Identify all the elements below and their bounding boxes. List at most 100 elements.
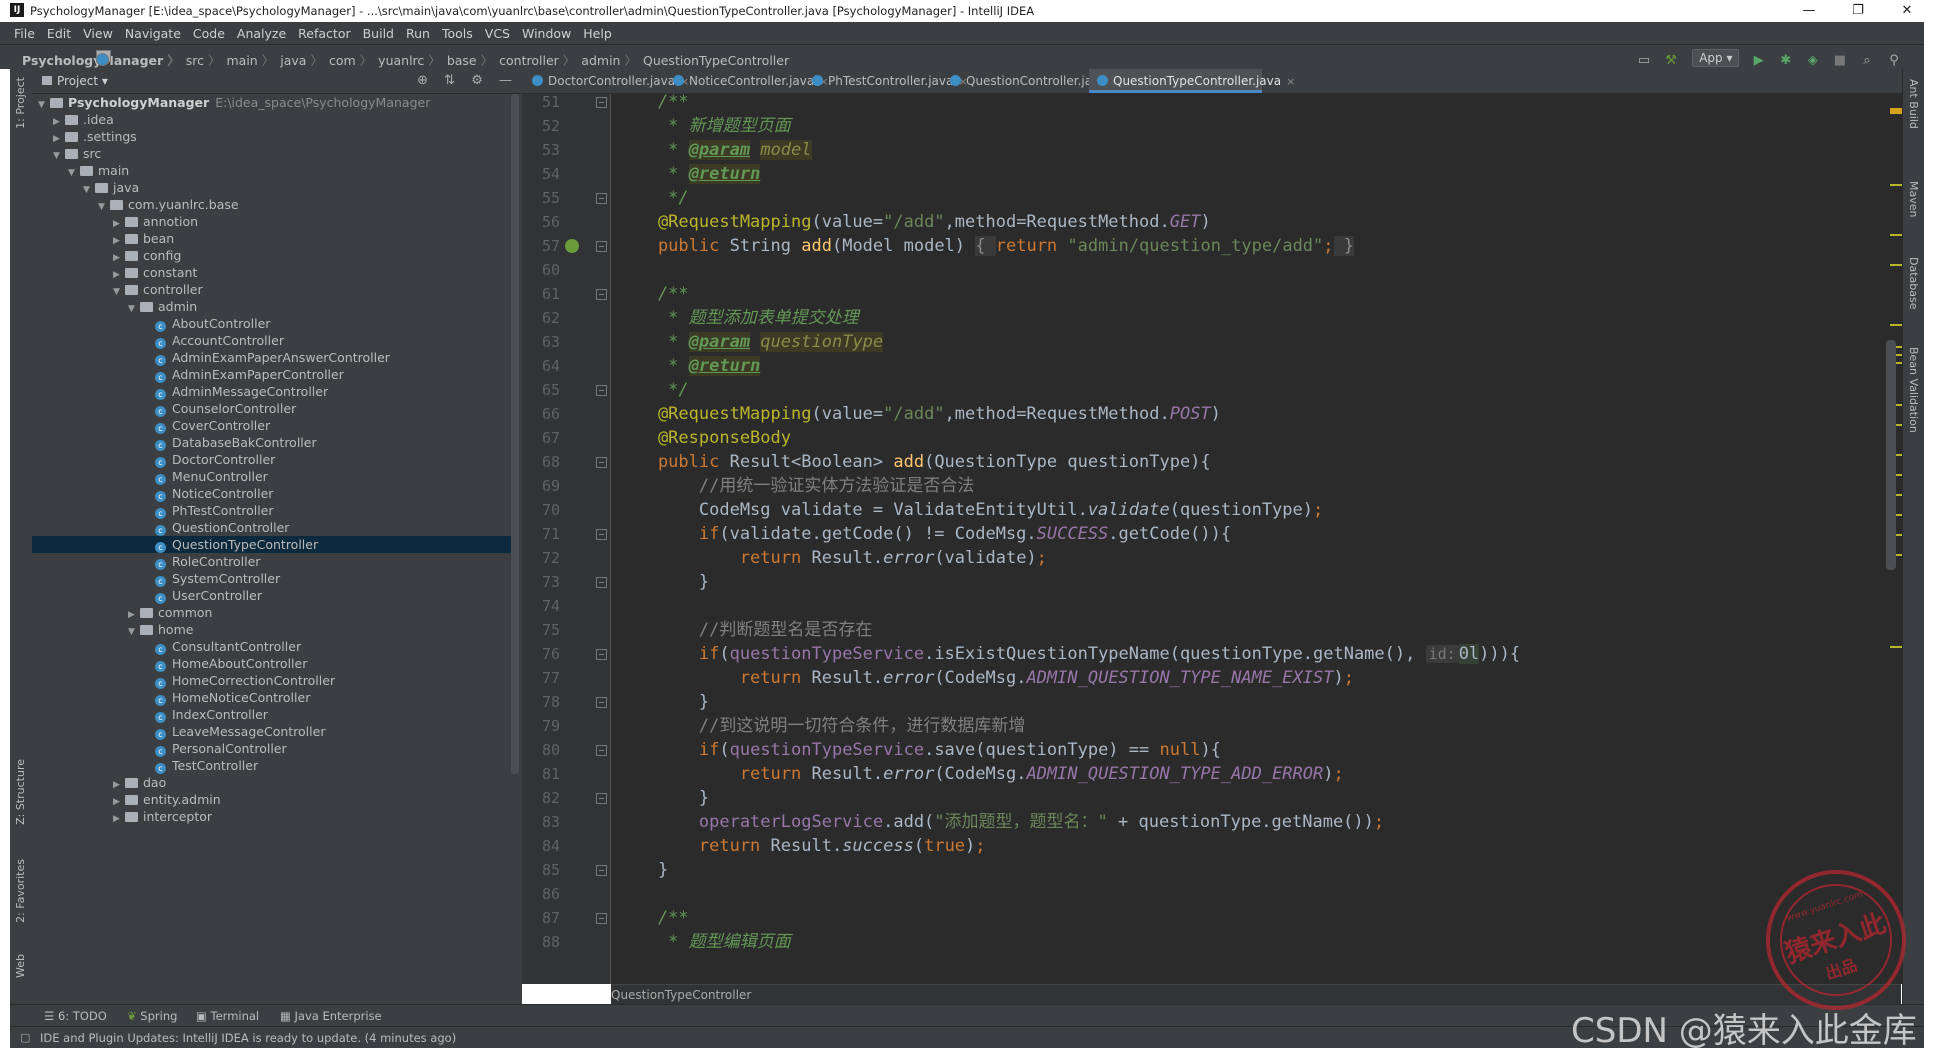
- doc-marker[interactable]: [1890, 324, 1902, 326]
- menu-edit[interactable]: Edit: [41, 22, 77, 41]
- doc-marker[interactable]: [1890, 234, 1902, 236]
- fold-toggle-icon[interactable]: −: [596, 649, 607, 660]
- structure-tool-button[interactable]: Z: Structure: [14, 759, 27, 825]
- tree-item-class[interactable]: c IndexController: [32, 706, 512, 723]
- project-tree-scrollbar[interactable]: [511, 94, 519, 774]
- fold-toggle-icon[interactable]: −: [596, 865, 607, 876]
- breadcrumb-item[interactable]: com 〉: [96, 50, 372, 69]
- tree-item-class[interactable]: c AboutController: [32, 315, 512, 332]
- breadcrumb-item[interactable]: QuestionTypeController: [96, 53, 789, 68]
- terminal-tool-button[interactable]: ▣ Terminal: [196, 1009, 259, 1023]
- breadcrumb-item[interactable]: admin 〉: [96, 50, 637, 69]
- menu-code[interactable]: Code: [187, 22, 231, 41]
- search-everywhere-icon[interactable]: ⌕: [1859, 53, 1875, 69]
- project-structure-icon[interactable]: ▭: [1636, 53, 1652, 69]
- tree-item-class[interactable]: c HomeAboutController: [32, 655, 512, 672]
- tree-item-class[interactable]: c PersonalController: [32, 740, 512, 757]
- tree-item-class[interactable]: c QuestionTypeController: [32, 536, 512, 553]
- web-tool-button[interactable]: Web: [14, 954, 27, 978]
- project-tool-button[interactable]: 1: Project: [14, 77, 27, 129]
- tree-item-class[interactable]: c AdminExamPaperAnswerController: [32, 349, 512, 366]
- tree-item-class[interactable]: c AdminExamPaperController: [32, 366, 512, 383]
- tree-item-folder[interactable]: ▼ main: [32, 162, 512, 179]
- stop-icon[interactable]: ■: [1832, 53, 1848, 69]
- tree-item-class[interactable]: c TestController: [32, 757, 512, 774]
- tree-item-class[interactable]: c AccountController: [32, 332, 512, 349]
- tree-item-folder[interactable]: ▼ controller: [32, 281, 512, 298]
- tree-item-folder[interactable]: ▶ .settings: [32, 128, 512, 145]
- tree-item-class[interactable]: c CoverController: [32, 417, 512, 434]
- editor-tab[interactable]: PhTestController.java ×: [804, 69, 968, 93]
- editor-breadcrumb-item[interactable]: QuestionTypeController: [611, 988, 751, 1002]
- fold-toggle-icon[interactable]: −: [596, 697, 607, 708]
- breadcrumb-item[interactable]: main 〉: [96, 50, 274, 69]
- fold-toggle-icon[interactable]: −: [596, 577, 607, 588]
- hide-panel-icon[interactable]: —: [499, 73, 512, 88]
- fold-toggle-icon[interactable]: −: [596, 289, 607, 300]
- fold-toggle-icon[interactable]: −: [596, 241, 607, 252]
- tree-item-class[interactable]: c DoctorController: [32, 451, 512, 468]
- tree-item-class[interactable]: c HomeCorrectionController: [32, 672, 512, 689]
- breadcrumb-item[interactable]: controller 〉: [96, 50, 575, 69]
- fold-toggle-icon[interactable]: −: [596, 793, 607, 804]
- tree-item-class[interactable]: c PhTestController: [32, 502, 512, 519]
- tree-item-class[interactable]: c RoleController: [32, 553, 512, 570]
- tree-item-class[interactable]: c NoticeController: [32, 485, 512, 502]
- fold-toggle-icon[interactable]: −: [596, 385, 607, 396]
- fold-toggle-icon[interactable]: −: [596, 529, 607, 540]
- tree-item-folder[interactable]: ▶ dao: [32, 774, 512, 791]
- tree-item-class[interactable]: c AdminMessageController: [32, 383, 512, 400]
- java-enterprise-tool-button[interactable]: ▦ Java Enterprise: [280, 1009, 382, 1023]
- tree-item-folder[interactable]: ▼ src: [32, 145, 512, 162]
- editor-tab[interactable]: QuestionController.java×: [942, 69, 1121, 93]
- tree-item-class[interactable]: c ConsultantController: [32, 638, 512, 655]
- tree-item-folder[interactable]: ▼ java: [32, 179, 512, 196]
- fold-toggle-icon[interactable]: −: [596, 745, 607, 756]
- tree-item-class[interactable]: c SystemController: [32, 570, 512, 587]
- fold-toggle-icon[interactable]: −: [596, 457, 607, 468]
- breadcrumb-item[interactable]: src 〉: [96, 50, 220, 69]
- todo-tool-button[interactable]: ☰ 6: TODO: [44, 1009, 107, 1023]
- close-button[interactable]: ✕: [1885, 0, 1929, 22]
- project-view-select[interactable]: Project ▾: [42, 74, 108, 88]
- breadcrumb-item[interactable]: base 〉: [96, 50, 493, 69]
- menu-file[interactable]: File: [8, 22, 41, 41]
- run-icon[interactable]: ▶: [1751, 53, 1767, 69]
- maven-tool-button[interactable]: Maven: [1907, 181, 1920, 217]
- code-editor[interactable]: /** * 新增题型页面 * @param model * @return */…: [611, 94, 1901, 984]
- bean-validation-tool-button[interactable]: Bean Validation: [1907, 347, 1920, 433]
- menu-view[interactable]: View: [77, 22, 119, 41]
- tree-item-folder[interactable]: ▶ .idea: [32, 111, 512, 128]
- tree-item-folder[interactable]: ▶ constant: [32, 264, 512, 281]
- tree-item-folder[interactable]: ▶ interceptor: [32, 808, 512, 825]
- doc-marker[interactable]: [1890, 646, 1902, 648]
- fold-toggle-icon[interactable]: −: [596, 97, 607, 108]
- collapse-all-icon[interactable]: ⇅: [444, 73, 455, 88]
- editor-tab[interactable]: QuestionTypeController.java ×: [1089, 69, 1295, 93]
- favorites-tool-button[interactable]: 2: Favorites: [14, 859, 27, 923]
- fold-toggle-icon[interactable]: −: [596, 193, 607, 204]
- tree-item-folder[interactable]: ▶ common: [32, 604, 512, 621]
- tree-item-class[interactable]: c CounselorController: [32, 400, 512, 417]
- tree-item-class[interactable]: c UserController: [32, 587, 512, 604]
- spring-mapping-icon[interactable]: [565, 239, 579, 253]
- tree-item-folder[interactable]: ▶ config: [32, 247, 512, 264]
- debug-icon[interactable]: ✱: [1778, 53, 1794, 69]
- status-message[interactable]: IDE and Plugin Updates: IntelliJ IDEA is…: [40, 1031, 456, 1045]
- tree-item-folder[interactable]: ▶ entity.admin: [32, 791, 512, 808]
- minimize-button[interactable]: —: [1787, 0, 1831, 22]
- tree-item-folder[interactable]: ▶ annotion: [32, 213, 512, 230]
- menu-run[interactable]: Run: [400, 22, 436, 41]
- tree-item-class[interactable]: c MenuController: [32, 468, 512, 485]
- menu-window[interactable]: Window: [516, 22, 577, 41]
- coverage-icon[interactable]: ◈: [1805, 53, 1821, 69]
- breadcrumb-item[interactable]: java 〉: [96, 50, 323, 69]
- doc-marker[interactable]: [1890, 264, 1902, 266]
- locate-file-icon[interactable]: ⊕: [417, 73, 428, 88]
- menu-vcs[interactable]: VCS: [479, 22, 516, 41]
- menu-build[interactable]: Build: [357, 22, 400, 41]
- menu-tools[interactable]: Tools: [436, 22, 479, 41]
- warning-marker[interactable]: [1890, 108, 1902, 114]
- power-save-icon[interactable]: ⚲: [1886, 53, 1902, 69]
- expand-right-icon[interactable]: ▶: [113, 811, 125, 828]
